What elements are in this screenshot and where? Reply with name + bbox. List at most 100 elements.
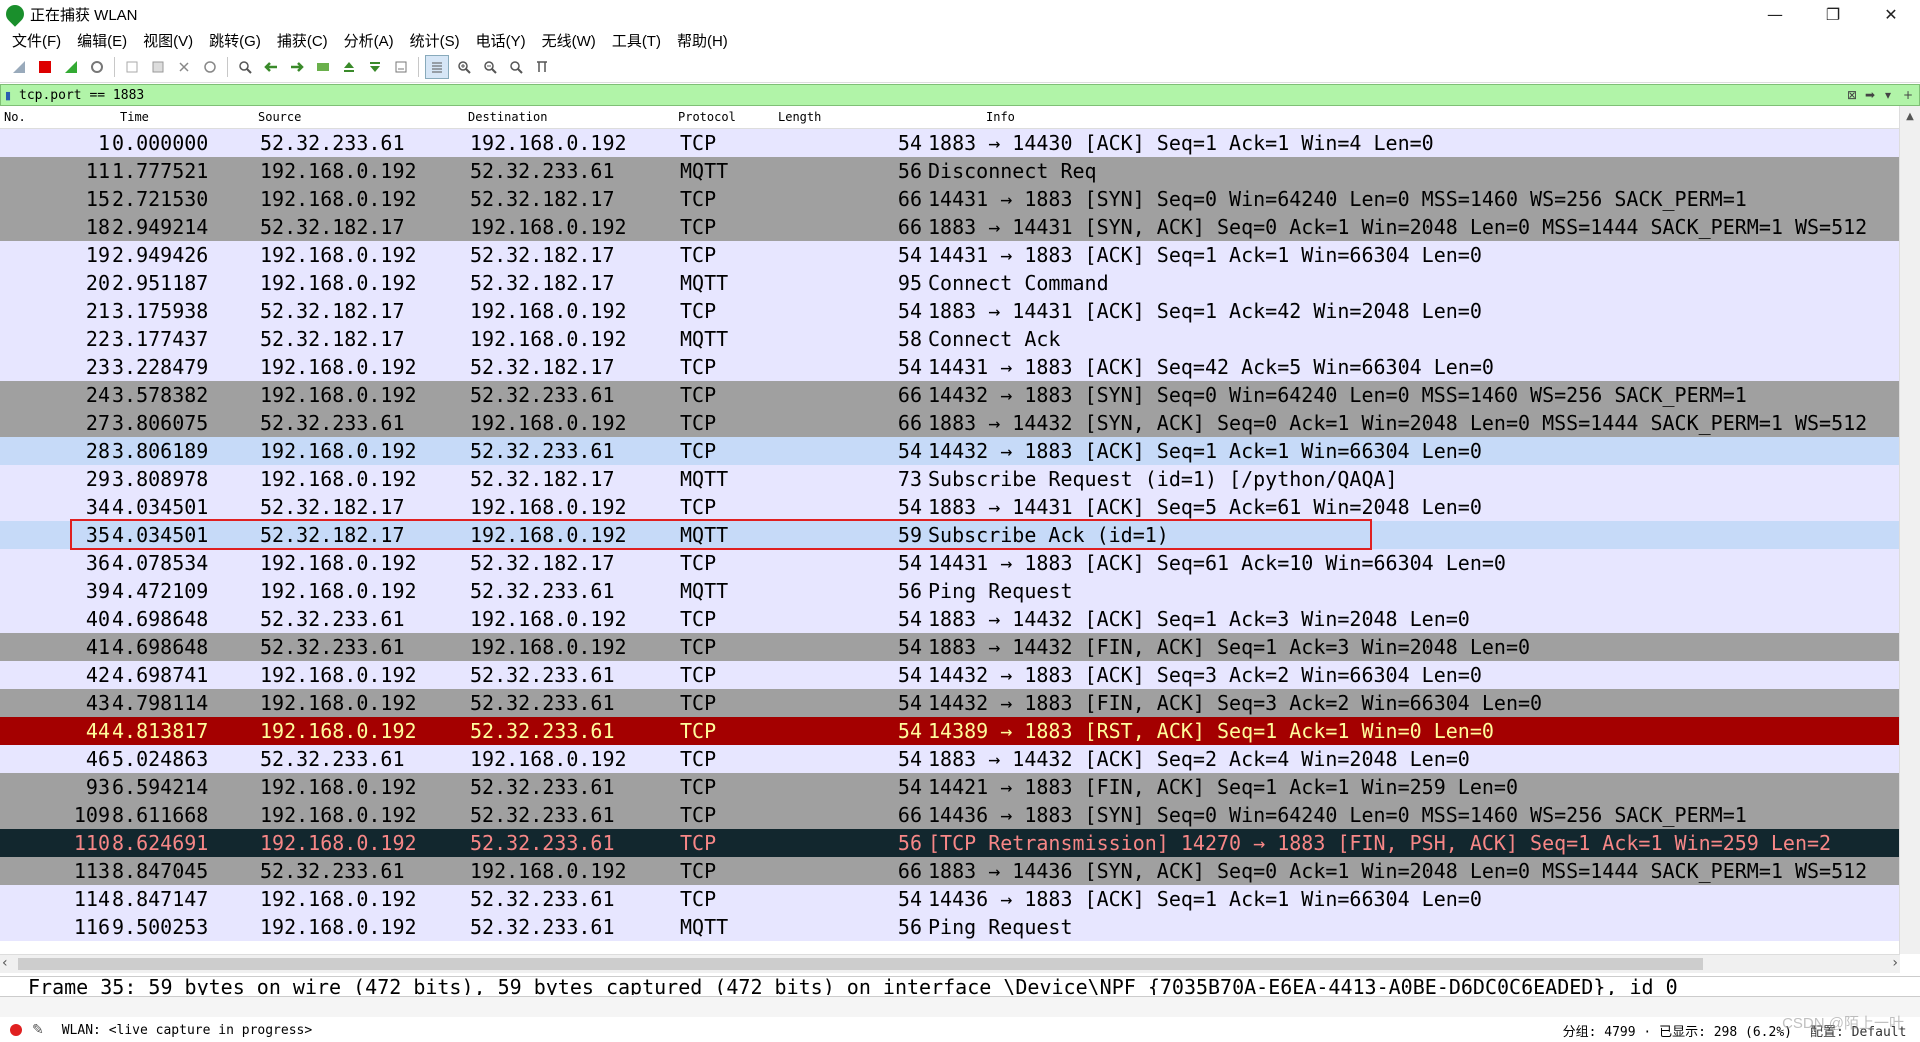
packet-length: 54 [897,719,922,743]
packet-row[interactable]: 110 8.624691 192.168.0.192 52.32.233.61 TCP 5… [0,829,1920,857]
packet-row[interactable]: 24 3.578382 192.168.0.192 52.32.233.61 TCP 66… [0,381,1920,409]
packet-row[interactable]: 19 2.949426 192.168.0.192 52.32.182.17 TCP 54… [0,241,1920,269]
add-filter-button-icon[interactable]: + [1897,86,1919,104]
autoscroll-icon[interactable] [390,56,412,78]
save-file-icon[interactable] [147,56,169,78]
packet-row[interactable]: 15 2.721530 192.168.0.192 52.32.182.17 TCP 66… [0,185,1920,213]
zoom-normal-icon[interactable] [505,56,527,78]
close-button[interactable]: ✕ [1862,0,1920,28]
column-header-protocol[interactable]: Protocol [670,110,770,124]
packet-list-horizontal-scrollbar[interactable]: ‹ › [0,954,1900,973]
column-header-info[interactable]: Info [980,110,1920,124]
menu-view[interactable]: 视图(V) [135,30,201,51]
start-capture-icon[interactable] [8,56,30,78]
menu-statistics[interactable]: 统计(S) [402,30,468,51]
packet-info: 14389 → 1883 [RST, ACK] Seq=1 Ack=1 Win=… [928,719,1494,743]
column-header-no[interactable]: No. [0,110,112,124]
stop-capture-icon[interactable] [34,56,56,78]
zoom-in-icon[interactable] [453,56,475,78]
packet-row[interactable]: 22 3.177437 52.32.182.17 192.168.0.192 MQTT 5… [0,325,1920,353]
packet-length: 59 [897,523,922,547]
capture-status-icon[interactable] [10,1024,22,1036]
packet-row[interactable]: 11 1.777521 192.168.0.192 52.32.233.61 MQTT 5… [0,157,1920,185]
packet-list[interactable]: No. Time Source Destination Protocol Len… [0,106,1920,954]
packet-bytes-pane[interactable] [0,996,1920,1017]
packet-row[interactable]: 93 6.594214 192.168.0.192 52.32.233.61 TCP 54… [0,773,1920,801]
packet-row[interactable]: 39 4.472109 192.168.0.192 52.32.233.61 MQTT 5… [0,577,1920,605]
menu-tools[interactable]: 工具(T) [604,30,669,51]
scroll-left-icon[interactable]: ‹ [2,955,8,971]
menu-edit[interactable]: 编辑(E) [69,30,135,51]
packet-row[interactable]: 43 4.798114 192.168.0.192 52.32.233.61 TCP 54… [0,689,1920,717]
apply-filter-icon[interactable]: ➡ [1861,86,1879,104]
last-packet-icon[interactable] [364,56,386,78]
capture-options-icon[interactable] [86,56,108,78]
bookmark-icon[interactable]: ▮ [1,86,15,104]
packet-row[interactable]: 113 8.847045 52.32.233.61 192.168.0.192 TCP 6… [0,857,1920,885]
menu-go[interactable]: 跳转(G) [201,30,269,51]
packet-row[interactable]: 46 5.024863 52.32.233.61 192.168.0.192 TCP 54… [0,745,1920,773]
packet-row[interactable]: 109 8.611668 192.168.0.192 52.32.233.61 TCP 6… [0,801,1920,829]
packet-row[interactable]: 27 3.806075 52.32.233.61 192.168.0.192 TCP 66… [0,409,1920,437]
packet-detail-pane[interactable]: Frame 35: 59 bytes on wire (472 bits), 5… [0,976,1920,995]
menu-analyze[interactable]: 分析(A) [336,30,402,51]
packet-no: 40 [85,607,110,631]
column-header-source[interactable]: Source [250,110,460,124]
menu-telephony[interactable]: 电话(Y) [468,30,534,51]
packet-row[interactable]: 28 3.806189 192.168.0.192 52.32.233.61 TCP 54… [0,437,1920,465]
colorize-icon[interactable] [425,55,449,79]
packet-row[interactable]: 42 4.698741 192.168.0.192 52.32.233.61 TCP 54… [0,661,1920,689]
open-file-icon[interactable] [121,56,143,78]
minimize-button[interactable]: — [1746,0,1804,28]
horizontal-scroll-thumb[interactable] [18,958,1703,970]
column-header-length[interactable]: Length [770,110,980,124]
packet-length: 54 [897,775,922,799]
clear-filter-icon[interactable]: ⊠ [1843,86,1861,104]
edit-comment-icon[interactable]: ✎ [32,1022,44,1038]
restart-capture-icon[interactable] [60,56,82,78]
menu-file[interactable]: 文件(F) [4,30,69,51]
column-header-destination[interactable]: Destination [460,110,670,124]
packet-length: 54 [897,607,922,631]
packet-row[interactable]: 44 4.813817 192.168.0.192 52.32.233.61 TCP 54… [0,717,1920,745]
maximize-button[interactable]: ❐ [1804,0,1862,28]
menu-help[interactable]: 帮助(H) [669,30,736,51]
column-header-time[interactable]: Time [112,110,250,124]
display-filter-input[interactable] [15,87,1843,103]
first-packet-icon[interactable] [338,56,360,78]
scroll-up-icon[interactable]: ▲ [1900,106,1920,126]
go-to-packet-icon[interactable] [312,56,334,78]
packet-list-vertical-scrollbar[interactable]: ▲ [1899,106,1920,954]
go-forward-icon[interactable] [286,56,308,78]
reload-file-icon[interactable] [199,56,221,78]
packet-row[interactable]: 35 4.034501 52.32.182.17 192.168.0.192 MQTT 5… [0,521,1920,549]
resize-columns-icon[interactable] [531,56,553,78]
packet-row[interactable]: 114 8.847147 192.168.0.192 52.32.233.61 TCP 5… [0,885,1920,913]
menu-capture[interactable]: 捕获(C) [269,30,336,51]
packet-row[interactable]: 40 4.698648 52.32.233.61 192.168.0.192 TCP 54… [0,605,1920,633]
zoom-out-icon[interactable] [479,56,501,78]
scroll-right-icon[interactable]: › [1892,955,1898,971]
packet-destination: 52.32.233.61 [470,691,615,715]
packet-destination: 192.168.0.192 [470,495,627,519]
packet-row[interactable]: 34 4.034501 52.32.182.17 192.168.0.192 TCP 54… [0,493,1920,521]
packet-row[interactable]: 29 3.808978 192.168.0.192 52.32.182.17 MQTT 7… [0,465,1920,493]
find-packet-icon[interactable] [234,56,256,78]
packet-row[interactable]: 18 2.949214 52.32.182.17 192.168.0.192 TCP 66… [0,213,1920,241]
packet-row[interactable]: 36 4.078534 192.168.0.192 52.32.182.17 TCP 54… [0,549,1920,577]
packet-info: 1883 → 14431 [ACK] Seq=1 Ack=42 Win=2048… [928,299,1482,323]
packet-row[interactable]: 116 9.500253 192.168.0.192 52.32.233.61 MQTT… [0,913,1920,941]
menu-wireless[interactable]: 无线(W) [534,30,604,51]
packet-protocol: TCP [680,551,717,575]
packet-length: 66 [897,803,922,827]
packet-row[interactable]: 23 3.228479 192.168.0.192 52.32.182.17 TCP 54… [0,353,1920,381]
packet-row[interactable]: 21 3.175938 52.32.182.17 192.168.0.192 TCP 54… [0,297,1920,325]
go-back-icon[interactable] [260,56,282,78]
filter-history-icon[interactable]: ▾ [1879,86,1897,104]
packet-row[interactable]: 20 2.951187 192.168.0.192 52.32.182.17 MQTT 9… [0,269,1920,297]
packet-no: 24 [85,383,110,407]
close-file-icon[interactable] [173,56,195,78]
frame-detail-line[interactable]: Frame 35: 59 bytes on wire (472 bits), 5… [0,977,1920,995]
packet-row[interactable]: 1 0.000000 52.32.233.61 192.168.0.192 TCP 54 1… [0,129,1920,157]
packet-row[interactable]: 41 4.698648 52.32.233.61 192.168.0.192 TCP 54… [0,633,1920,661]
